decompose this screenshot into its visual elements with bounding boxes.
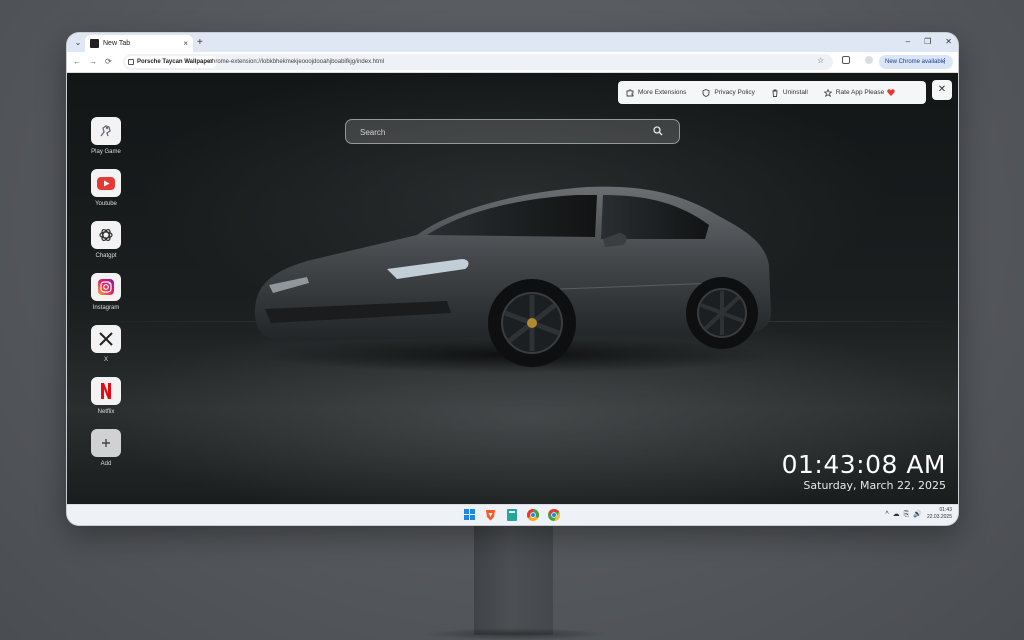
search-bar[interactable] [345,119,680,144]
profile-avatar-icon[interactable] [865,56,873,64]
more-extensions-label: More Extensions [638,89,687,96]
x-icon [99,332,113,346]
site-info-chip[interactable]: Porsche Taycan Wallpaper [125,56,217,68]
browser-toolbar: ← → ⟳ Porsche Taycan Wallpaper chrome-ex… [67,52,958,73]
monitor-screen: ⌄ New Tab × + – ❐ ✕ ← → ⟳ Porsche Taycan… [67,33,958,525]
brave-browser-icon[interactable] [484,508,497,521]
forward-button[interactable]: → [89,56,97,68]
back-button[interactable]: ← [73,56,81,68]
uninstall-button[interactable]: Uninstall [771,89,808,97]
instagram-icon [98,279,114,295]
tab-new-tab[interactable]: New Tab × [85,35,193,52]
system-tray: ^ ☁ ⎘ 🔊 [885,510,922,520]
new-tab-page: Play Game Youtube Chatgpt Instagram X Ne… [67,73,958,504]
bookmark-star-icon[interactable]: ☆ [817,55,824,67]
privacy-policy-button[interactable]: Privacy Policy [702,88,755,97]
shortcut-label: Play Game [91,149,121,155]
shortcut-tile[interactable] [91,169,121,197]
taskbar-date: 22.03.2025 [926,514,952,520]
taskbar-clock[interactable]: 01:43 22.03.2025 [927,507,952,521]
star-icon [823,88,832,97]
address-bar[interactable]: Porsche Taycan Wallpaper chrome-extensio… [123,54,833,70]
shortcut-label: Netflix [97,409,115,415]
taskbar-icons [463,508,560,521]
shortcut-label: Chatgpt [95,253,117,259]
shortcut-tile[interactable] [91,377,121,405]
more-extensions-button[interactable]: More Extensions [626,88,687,97]
search-input[interactable] [358,124,638,140]
shortcut-chatgpt[interactable]: Chatgpt [89,221,123,259]
taskbar-time: 01:43 [939,507,952,513]
reload-button[interactable]: ⟳ [105,56,112,68]
shortcut-netflix[interactable]: Netflix [89,377,123,415]
close-window-button[interactable]: ✕ [945,36,952,48]
url-text: chrome-extension://lobkbhekmekjeooojdooa… [209,59,385,65]
extensions-puzzle-icon[interactable] [842,56,850,64]
windows-taskbar: ^ ☁ ⎘ 🔊 01:43 22.03.2025 [67,504,958,525]
shield-icon [702,88,710,97]
shortcut-tile[interactable] [91,429,121,457]
maximize-button[interactable]: ❐ [924,36,931,48]
youtube-icon [97,176,115,190]
trash-icon [772,89,778,97]
shortcut-tile[interactable] [91,117,121,145]
shortcut-label: X [103,357,108,363]
clock-time: 01:43:08 AM [781,450,946,479]
shortcut-label: Youtube [95,201,117,207]
tab-favicon-icon [90,39,99,48]
close-panel-button[interactable]: ✕ [932,80,952,100]
windows-start-icon[interactable] [463,508,476,521]
shortcut-x[interactable]: X [89,325,123,363]
extension-page-icon [128,59,134,65]
plus-icon [102,439,110,447]
shortcut-youtube[interactable]: Youtube [89,169,123,207]
chrome-canary-icon[interactable] [526,508,539,521]
menu-dots-icon[interactable]: ⋮ [941,55,948,69]
stand-shadow [420,628,610,640]
new-tab-button[interactable]: + [197,36,203,49]
update-chip-label: New Chrome available [885,59,946,65]
privacy-policy-label: Privacy Policy [714,89,755,96]
rate-app-label: Rate App Please [835,89,885,96]
shortcut-tile[interactable] [91,221,121,249]
tray-overflow-icon[interactable]: ^ [885,510,888,520]
display-icon[interactable]: ⎘ [904,510,910,520]
volume-icon[interactable]: 🔊 [913,510,922,520]
shortcut-label: Instagram [92,305,120,311]
tab-search-button[interactable]: ⌄ [71,36,85,49]
shortcut-instagram[interactable]: Instagram [89,273,123,311]
game-icon [100,125,111,137]
tab-title: New Tab [103,40,131,47]
clock-date: Saturday, March 22, 2025 [803,479,946,492]
puzzle-icon [626,88,634,96]
monitor-stand [474,524,553,635]
search-icon[interactable] [653,126,663,136]
extension-menu: More Extensions Privacy Policy Uninstall… [618,81,926,104]
rate-app-button[interactable]: Rate App Please [823,88,895,97]
shortcut-add[interactable]: Add [89,429,123,467]
window-controls: – ❐ ✕ [906,36,952,48]
shortcut-label: Add [100,461,112,467]
shortcut-play-game[interactable]: Play Game [89,117,123,155]
shortcut-tile[interactable] [91,325,121,353]
heart-icon [887,89,895,96]
site-chip-label: Porsche Taycan Wallpaper [137,59,213,65]
uninstall-label: Uninstall [782,89,808,96]
cloud-sync-icon[interactable]: ☁ [893,510,900,520]
netflix-icon [101,383,111,399]
browser-tabbar: ⌄ New Tab × + – ❐ ✕ [67,33,958,52]
porsche-taycan-wallpaper-image [255,186,777,373]
shortcut-tile[interactable] [91,273,121,301]
update-chrome-button[interactable]: New Chrome available ⋮ [879,55,953,69]
files-app-icon[interactable] [505,508,518,521]
chatgpt-icon [99,228,113,242]
tab-close-button[interactable]: × [183,38,188,49]
minimize-button[interactable]: – [906,36,910,48]
chrome-browser-icon[interactable] [547,508,560,521]
